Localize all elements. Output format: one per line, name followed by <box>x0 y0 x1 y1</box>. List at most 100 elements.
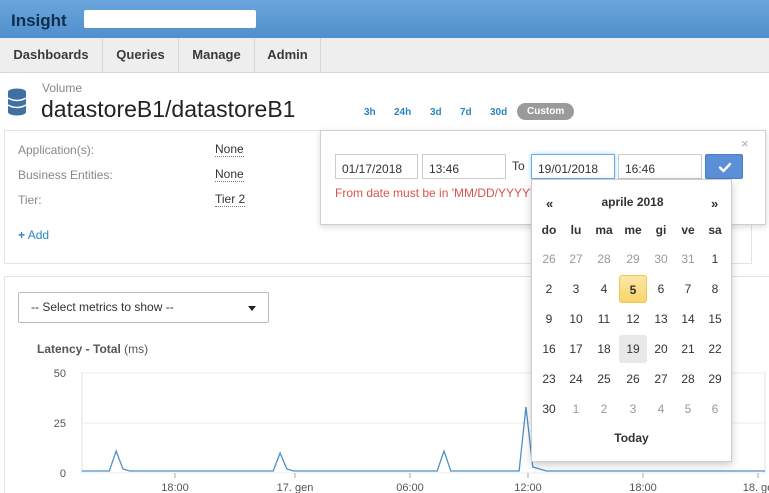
calendar-day[interactable]: 28 <box>590 245 618 273</box>
calendar-day[interactable]: 1 <box>562 395 590 423</box>
calendar-day[interactable]: 15 <box>701 305 729 333</box>
calendar-day[interactable]: 10 <box>562 305 590 333</box>
page-title: datastoreB1/datastoreB1 <box>41 96 296 122</box>
calendar-day[interactable]: 4 <box>647 395 675 423</box>
x-tick-label: 17. gen <box>277 482 314 493</box>
calendar-day[interactable]: 28 <box>674 365 702 393</box>
from-date-input[interactable] <box>335 154 418 179</box>
weekday-header: gi <box>655 223 667 237</box>
calendar-day[interactable]: 4 <box>590 275 618 303</box>
calendar-day[interactable]: 24 <box>562 365 590 393</box>
apply-range-button[interactable] <box>705 154 743 179</box>
calendar-day[interactable]: 27 <box>562 245 590 273</box>
next-month-icon[interactable]: » <box>711 196 718 211</box>
calendar-day[interactable]: 11 <box>590 305 618 333</box>
calendar-day[interactable]: 7 <box>674 275 702 303</box>
to-date-input[interactable] <box>531 154 615 179</box>
calendar-day[interactable]: 29 <box>619 245 647 273</box>
metrics-select[interactable]: -- Select metrics to show -- <box>18 292 269 323</box>
business-entities-label: Business Entities: <box>18 168 113 182</box>
range-30d-button[interactable]: 30d <box>490 107 507 118</box>
calendar-day[interactable]: 25 <box>590 365 618 393</box>
redacted-area <box>84 10 256 28</box>
calendar-day[interactable]: 13 <box>647 305 675 333</box>
top-bar: Insight <box>0 0 769 38</box>
to-label: To <box>512 159 525 173</box>
calendar-day[interactable]: 26 <box>535 245 563 273</box>
calendar-day[interactable]: 3 <box>562 275 590 303</box>
calendar-day[interactable]: 5 <box>674 395 702 423</box>
range-3d-button[interactable]: 3d <box>430 107 442 118</box>
weekday-header: do <box>541 223 557 237</box>
calendar-day[interactable]: 29 <box>701 365 729 393</box>
add-label: Add <box>27 228 50 242</box>
weekday-header: ve <box>681 223 695 237</box>
prev-month-icon[interactable]: « <box>546 196 553 211</box>
business-entities-value[interactable]: None <box>215 167 244 182</box>
metrics-select-value: -- Select metrics to show -- <box>31 300 174 314</box>
calendar-day[interactable]: 8 <box>701 275 729 303</box>
y-tick-label: 0 <box>60 468 66 480</box>
today-button[interactable]: Today <box>531 431 732 445</box>
chart-title: Latency - Total (ms) <box>37 342 148 356</box>
date-error-message: From date must be in 'MM/DD/YYYY' <box>335 186 531 200</box>
close-icon[interactable]: × <box>741 136 749 151</box>
app-window: Insight Dashboards Queries Manage Admin … <box>0 0 769 493</box>
object-type-label: Volume <box>42 81 83 95</box>
weekday-header: me <box>624 223 642 237</box>
calendar-day[interactable]: 3 <box>619 395 647 423</box>
range-7d-button[interactable]: 7d <box>460 107 472 118</box>
x-tick-label: 18:00 <box>629 482 657 493</box>
calendar-day[interactable]: 2 <box>590 395 618 423</box>
calendar-day[interactable]: 22 <box>701 335 729 363</box>
y-tick-label: 50 <box>54 368 66 380</box>
x-tick-label: 12:00 <box>514 482 542 493</box>
x-tick-label: 06:00 <box>396 482 424 493</box>
y-tick-label: 25 <box>54 418 66 430</box>
calendar-day[interactable]: 6 <box>647 275 675 303</box>
to-time-input[interactable] <box>618 154 702 179</box>
calendar-day[interactable]: 19 <box>619 335 647 363</box>
calendar-day[interactable]: 21 <box>674 335 702 363</box>
calendar-day[interactable]: 6 <box>701 395 729 423</box>
brand-title[interactable]: Insight <box>11 11 67 31</box>
range-custom-button[interactable]: Custom <box>517 103 575 120</box>
plus-icon: + <box>18 228 26 242</box>
main-nav: Dashboards Queries Manage Admin <box>0 38 769 73</box>
tier-value[interactable]: Tier 2 <box>215 192 246 207</box>
nav-manage[interactable]: Manage <box>179 38 255 73</box>
nav-queries[interactable]: Queries <box>103 38 179 73</box>
range-3h-button[interactable]: 3h <box>364 107 376 118</box>
x-tick-label: 18. ge <box>743 482 769 493</box>
calendar-day[interactable]: 27 <box>647 365 675 393</box>
chart-metric-name: Latency - Total <box>37 342 121 356</box>
applications-label: Application(s): <box>18 143 95 157</box>
calendar-day[interactable]: 17 <box>562 335 590 363</box>
calendar-day[interactable]: 12 <box>619 305 647 333</box>
applications-value[interactable]: None <box>215 142 244 157</box>
calendar-day[interactable]: 26 <box>619 365 647 393</box>
add-annotation-link[interactable]: + Add <box>18 228 49 242</box>
weekday-header: lu <box>570 223 582 237</box>
calendar-day[interactable]: 5 <box>619 275 647 303</box>
calendar-day[interactable]: 9 <box>535 305 563 333</box>
range-24h-button[interactable]: 24h <box>394 107 411 118</box>
calendar-day[interactable]: 30 <box>647 245 675 273</box>
weekday-header: sa <box>708 223 722 237</box>
calendar-day[interactable]: 1 <box>701 245 729 273</box>
chart-unit: (ms) <box>124 342 149 356</box>
calendar-month-label[interactable]: aprile 2018 <box>560 195 705 209</box>
from-time-input[interactable] <box>422 154 506 179</box>
calendar-day[interactable]: 16 <box>535 335 563 363</box>
calendar-day[interactable]: 18 <box>590 335 618 363</box>
calendar-day[interactable]: 31 <box>674 245 702 273</box>
calendar-day[interactable]: 14 <box>674 305 702 333</box>
nav-admin[interactable]: Admin <box>255 38 321 73</box>
tier-label: Tier: <box>18 193 42 207</box>
calendar-day[interactable]: 20 <box>647 335 675 363</box>
check-icon <box>718 162 732 173</box>
calendar-day[interactable]: 30 <box>535 395 563 423</box>
nav-dashboards[interactable]: Dashboards <box>0 38 103 73</box>
calendar-day[interactable]: 23 <box>535 365 563 393</box>
calendar-day[interactable]: 2 <box>535 275 563 303</box>
